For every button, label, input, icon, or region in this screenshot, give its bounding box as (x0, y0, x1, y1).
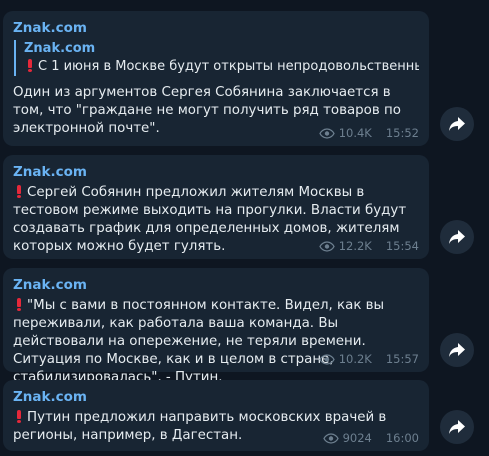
message-bubble[interactable]: Znak.com Сергей Собянин предложил жителя… (3, 155, 429, 259)
views-eye-icon (318, 240, 335, 252)
view-count: 10.4K (338, 126, 372, 140)
message-time: 15:52 (385, 126, 419, 140)
views-eye-icon (322, 432, 339, 444)
share-button[interactable] (440, 333, 474, 367)
sender-name[interactable]: Znak.com (13, 276, 419, 294)
message-meta: 12.2K 15:54 (318, 239, 419, 253)
message-bubble[interactable]: Znak.com Путин предложил направить моско… (3, 380, 429, 451)
share-arrow-icon (449, 420, 465, 434)
message-text: "Мы с вами в постоянном контакте. Видел,… (13, 298, 385, 385)
reply-quote[interactable]: Znak.com С 1 июня в Москве будут открыты… (14, 40, 419, 76)
exclamation-icon (17, 185, 21, 198)
share-button[interactable] (440, 410, 474, 444)
share-arrow-icon (449, 230, 465, 244)
message-meta: 10.2K 15:57 (318, 352, 419, 366)
message-time: 15:54 (385, 239, 419, 253)
share-arrow-icon (449, 343, 465, 357)
share-arrow-icon (449, 117, 465, 131)
message-bubble[interactable]: Znak.com "Мы с вами в постоянном контакт… (3, 268, 429, 385)
reply-sender-name: Znak.com (24, 41, 96, 56)
views-eye-icon (318, 353, 335, 365)
message-bubble[interactable]: Znak.com Znak.com С 1 июня в Москве буду… (3, 11, 429, 146)
views-eye-icon (318, 127, 335, 139)
exclamation-icon (17, 298, 21, 311)
view-count: 10.2K (338, 352, 372, 366)
message-time: 15:57 (385, 352, 419, 366)
message-meta: 10.4K 15:52 (318, 126, 419, 140)
view-count: 9024 (342, 431, 372, 445)
view-count: 12.2K (338, 239, 372, 253)
exclamation-icon (28, 59, 32, 72)
message-meta: 9024 16:00 (322, 431, 419, 445)
share-button[interactable] (440, 107, 474, 141)
message-time: 16:00 (385, 431, 419, 445)
share-button[interactable] (440, 220, 474, 254)
sender-name[interactable]: Znak.com (13, 163, 419, 181)
exclamation-icon (17, 410, 21, 423)
channel-feed: Znak.com Znak.com С 1 июня в Москве буду… (0, 0, 489, 456)
sender-name[interactable]: Znak.com (13, 19, 419, 37)
reply-text: С 1 июня в Москве будут открыты непродов… (38, 59, 419, 74)
sender-name[interactable]: Znak.com (13, 388, 419, 406)
